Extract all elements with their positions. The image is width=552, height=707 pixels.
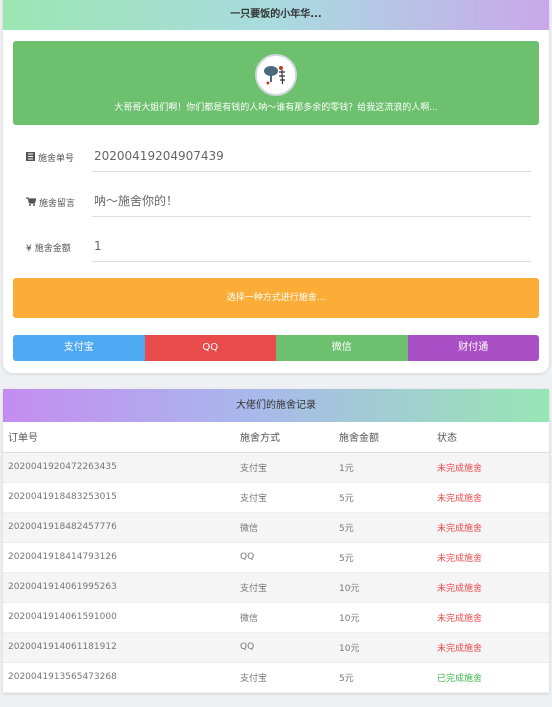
- table-row: 2020041914061181912 QQ 10元 未完成施舍: [3, 632, 549, 663]
- payment-methods: 支付宝 QQ 微信 财付通: [13, 335, 539, 361]
- table-row: 2020041914061591000 微信 10元 未完成施舍: [3, 602, 549, 633]
- info-banner: 大哥哥大姐们啊！你们都是有钱的人呐～谁有那多余的零钱？给我这流浪的人啊...: [13, 41, 539, 125]
- col-method-header: 施舍方式: [240, 422, 339, 453]
- nianhua-logo-icon: [257, 56, 295, 94]
- avatar: [255, 54, 297, 96]
- cell-order: 2020041918482457776: [3, 512, 240, 543]
- cell-order: 2020041914061591000: [3, 602, 240, 633]
- pay-wechat-button[interactable]: 微信: [276, 335, 408, 361]
- table-header: 订单号 施舍方式 施舍金额 状态: [3, 422, 549, 453]
- message-field: 施舍留言 呐～施舍你的！: [26, 187, 531, 217]
- cell-order: 2020041920472263435: [3, 452, 240, 483]
- amount-input[interactable]: 1: [92, 232, 531, 262]
- table-row: 2020041920472263435 支付宝 1元 未完成施舍: [3, 452, 549, 483]
- cell-amount: 10元: [339, 572, 437, 603]
- records-card: 大佬们的施舍记录 订单号 施舍方式 施舍金额 状态 20200419204722…: [3, 389, 549, 693]
- col-amount-header: 施舍金额: [339, 422, 437, 453]
- cell-status: 未完成施舍: [437, 632, 549, 663]
- pay-tenpay-button[interactable]: 财付通: [407, 335, 539, 361]
- cell-method: QQ: [240, 632, 339, 663]
- order-number-field: 施舍单号 20200419204907439: [26, 142, 531, 172]
- cell-amount: 10元: [339, 602, 437, 633]
- cell-amount: 5元: [339, 542, 437, 573]
- cell-status: 已完成施舍: [437, 662, 549, 693]
- cell-status: 未完成施舍: [437, 452, 549, 483]
- page-title: 一只要饭的小年华...: [3, 0, 549, 30]
- cell-order: 2020041918414793126: [3, 542, 240, 573]
- table-row: 2020041918483253015 支付宝 5元 未完成施舍: [3, 482, 549, 513]
- cell-amount: 5元: [339, 482, 437, 513]
- cell-status: 未完成施舍: [437, 542, 549, 573]
- col-order-header: 订单号: [3, 422, 240, 453]
- list-icon: [26, 152, 35, 164]
- donation-card: 一只要饭的小年华... 大哥哥大姐们啊！你们都是有钱的人呐～谁有那多余的零钱？给…: [3, 0, 549, 373]
- table-row: 2020041918414793126 QQ 5元 未完成施舍: [3, 542, 549, 573]
- cell-order: 2020041913565473268: [3, 662, 240, 693]
- cell-order: 2020041914061181912: [3, 632, 240, 663]
- order-number-label: 施舍单号: [26, 151, 74, 164]
- table-row: 2020041914061995263 支付宝 10元 未完成施舍: [3, 572, 549, 603]
- amount-field: ¥ 施舍金额 1: [26, 232, 531, 262]
- cell-method: 支付宝: [240, 662, 339, 693]
- cart-icon: [26, 197, 37, 209]
- records-title: 大佬们的施舍记录: [3, 389, 549, 422]
- col-status-header: 状态: [437, 422, 549, 453]
- pay-qq-button[interactable]: QQ: [144, 335, 276, 361]
- cell-status: 未完成施舍: [437, 602, 549, 633]
- choose-method-button[interactable]: 选择一种方式进行施舍...: [13, 278, 539, 318]
- cell-method: 支付宝: [240, 572, 339, 603]
- order-number-input[interactable]: 20200419204907439: [92, 142, 531, 172]
- table-row: 2020041918482457776 微信 5元 未完成施舍: [3, 512, 549, 543]
- message-label: 施舍留言: [26, 196, 75, 209]
- cell-amount: 10元: [339, 632, 437, 663]
- cell-method: 支付宝: [240, 482, 339, 513]
- banner-text: 大哥哥大姐们啊！你们都是有钱的人呐～谁有那多余的零钱？给我这流浪的人啊...: [114, 103, 438, 113]
- cell-amount: 5元: [339, 512, 437, 543]
- cell-status: 未完成施舍: [437, 482, 549, 513]
- pay-alipay-button[interactable]: 支付宝: [13, 335, 145, 361]
- cell-method: 支付宝: [240, 452, 339, 483]
- yen-icon: ¥: [26, 244, 32, 254]
- table-row: 2020041913565473268 支付宝 5元 已完成施舍: [3, 662, 549, 693]
- cell-amount: 1元: [339, 452, 437, 483]
- cell-method: 微信: [240, 602, 339, 633]
- message-input[interactable]: 呐～施舍你的！: [92, 187, 531, 217]
- cell-order: 2020041914061995263: [3, 572, 240, 603]
- cell-order: 2020041918483253015: [3, 482, 240, 513]
- cell-method: QQ: [240, 542, 339, 573]
- records-table: 订单号 施舍方式 施舍金额 状态 2020041920472263435 支付宝…: [3, 422, 549, 693]
- cell-status: 未完成施舍: [437, 512, 549, 543]
- cell-status: 未完成施舍: [437, 572, 549, 603]
- cell-amount: 5元: [339, 662, 437, 693]
- amount-label: ¥ 施舍金额: [26, 244, 71, 254]
- cell-method: 微信: [240, 512, 339, 543]
